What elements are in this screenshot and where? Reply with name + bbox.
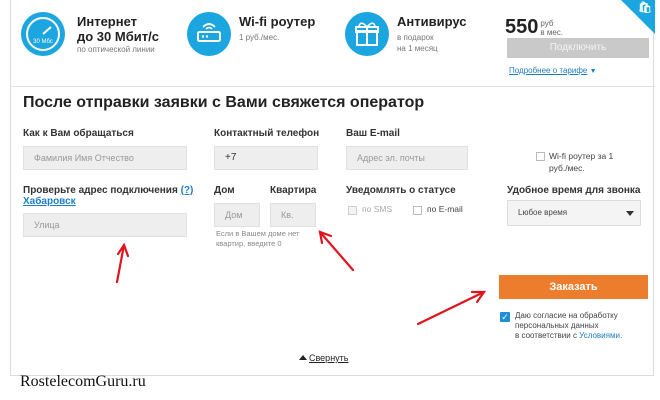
- price-value: 550: [505, 16, 539, 38]
- router-checkbox-label: Wi-fi роутер за 1 руб./мес.: [549, 151, 614, 173]
- feature-internet: 30 Мбс Интернет до 30 Мбит/с по оптическо…: [21, 12, 171, 72]
- agreement-checkbox[interactable]: ✓: [500, 312, 510, 322]
- apartment-hint: Если в Вашем доме нет квартир, введите 0: [216, 229, 300, 248]
- apartment-label: Квартира: [270, 185, 317, 196]
- email-input[interactable]: Адрес эл. почты: [346, 146, 468, 170]
- form-heading: После отправки заявки с Вами свяжется оп…: [23, 94, 425, 111]
- email-notify-label: по E-mail: [427, 204, 463, 214]
- name-input[interactable]: Фамилия Имя Отчество: [23, 146, 187, 170]
- sms-checkbox-label: по SMS: [362, 204, 393, 214]
- feature-subtitle: в подарок на 1 месяц: [397, 33, 438, 53]
- connect-button[interactable]: Подключить: [507, 38, 649, 58]
- bag-icon: 🛍: [638, 2, 652, 14]
- email-label: Ваш E-mail: [346, 128, 400, 139]
- gift-icon: [345, 12, 389, 56]
- email-notify-checkbox[interactable]: [413, 206, 422, 215]
- call-time-value: Lюбое время: [518, 208, 568, 217]
- feature-subtitle: по оптической линии: [77, 45, 155, 54]
- address-help-link[interactable]: (?): [181, 185, 194, 196]
- agreement-text: Даю согласие на обработку персональных д…: [515, 311, 623, 340]
- house-input[interactable]: Дом: [214, 203, 260, 227]
- order-card: 30 Мбс Интернет до 30 Мбит/с по оптическо…: [10, 0, 655, 376]
- name-label: Как к Вам обращаться: [23, 128, 134, 139]
- apartment-input[interactable]: Кв.: [270, 203, 316, 227]
- feature-title: Антивирус: [397, 14, 467, 29]
- notify-label: Уведомлять о статусе: [346, 185, 456, 196]
- phone-label: Контактный телефон: [214, 128, 320, 139]
- tariff-details-link[interactable]: Подробнее о тарифе ▼: [509, 66, 597, 75]
- router-icon: [187, 12, 231, 56]
- collapse-toggle[interactable]: Свернуть: [299, 353, 348, 363]
- call-time-label: Удобное время для звонка: [507, 185, 641, 196]
- street-input[interactable]: Улица: [23, 213, 187, 237]
- chevron-down-icon: [626, 211, 634, 216]
- feature-subtitle: 1 руб./мес.: [239, 33, 280, 42]
- tariff-price: 550 руб в мес.: [505, 16, 563, 39]
- tariff-header: 30 Мбс Интернет до 30 Мбит/с по оптическо…: [11, 0, 655, 87]
- feature-title: Интернет до 30 Мбит/с: [77, 14, 159, 44]
- chevron-down-icon: ▼: [589, 68, 597, 75]
- checkmark-icon: ✓: [501, 312, 509, 322]
- call-time-select[interactable]: Lюбое время: [507, 200, 641, 226]
- terms-link[interactable]: Условиями: [579, 331, 620, 340]
- house-label: Дом: [214, 185, 235, 196]
- phone-input[interactable]: +7: [214, 146, 318, 170]
- feature-title: Wi-fi роутер: [239, 14, 316, 29]
- sms-checkbox[interactable]: [348, 206, 357, 215]
- address-label: Проверьте адрес подключения (?): [23, 185, 194, 196]
- svg-text:30 Мбс: 30 Мбс: [33, 39, 53, 45]
- speedometer-icon: 30 Мбс: [21, 12, 65, 56]
- price-unit: руб в мес.: [540, 19, 564, 37]
- router-checkbox[interactable]: [536, 152, 545, 161]
- order-button[interactable]: Заказать: [499, 275, 648, 299]
- chevron-up-icon: [299, 355, 307, 360]
- feature-router: Wi-fi роутер 1 руб./мес.: [187, 12, 327, 72]
- site-watermark: RostelecomGuru.ru: [20, 373, 146, 390]
- feature-antivirus: Антивирус в подарок на 1 месяц: [345, 12, 485, 72]
- city-link[interactable]: Хабаровск: [23, 196, 76, 207]
